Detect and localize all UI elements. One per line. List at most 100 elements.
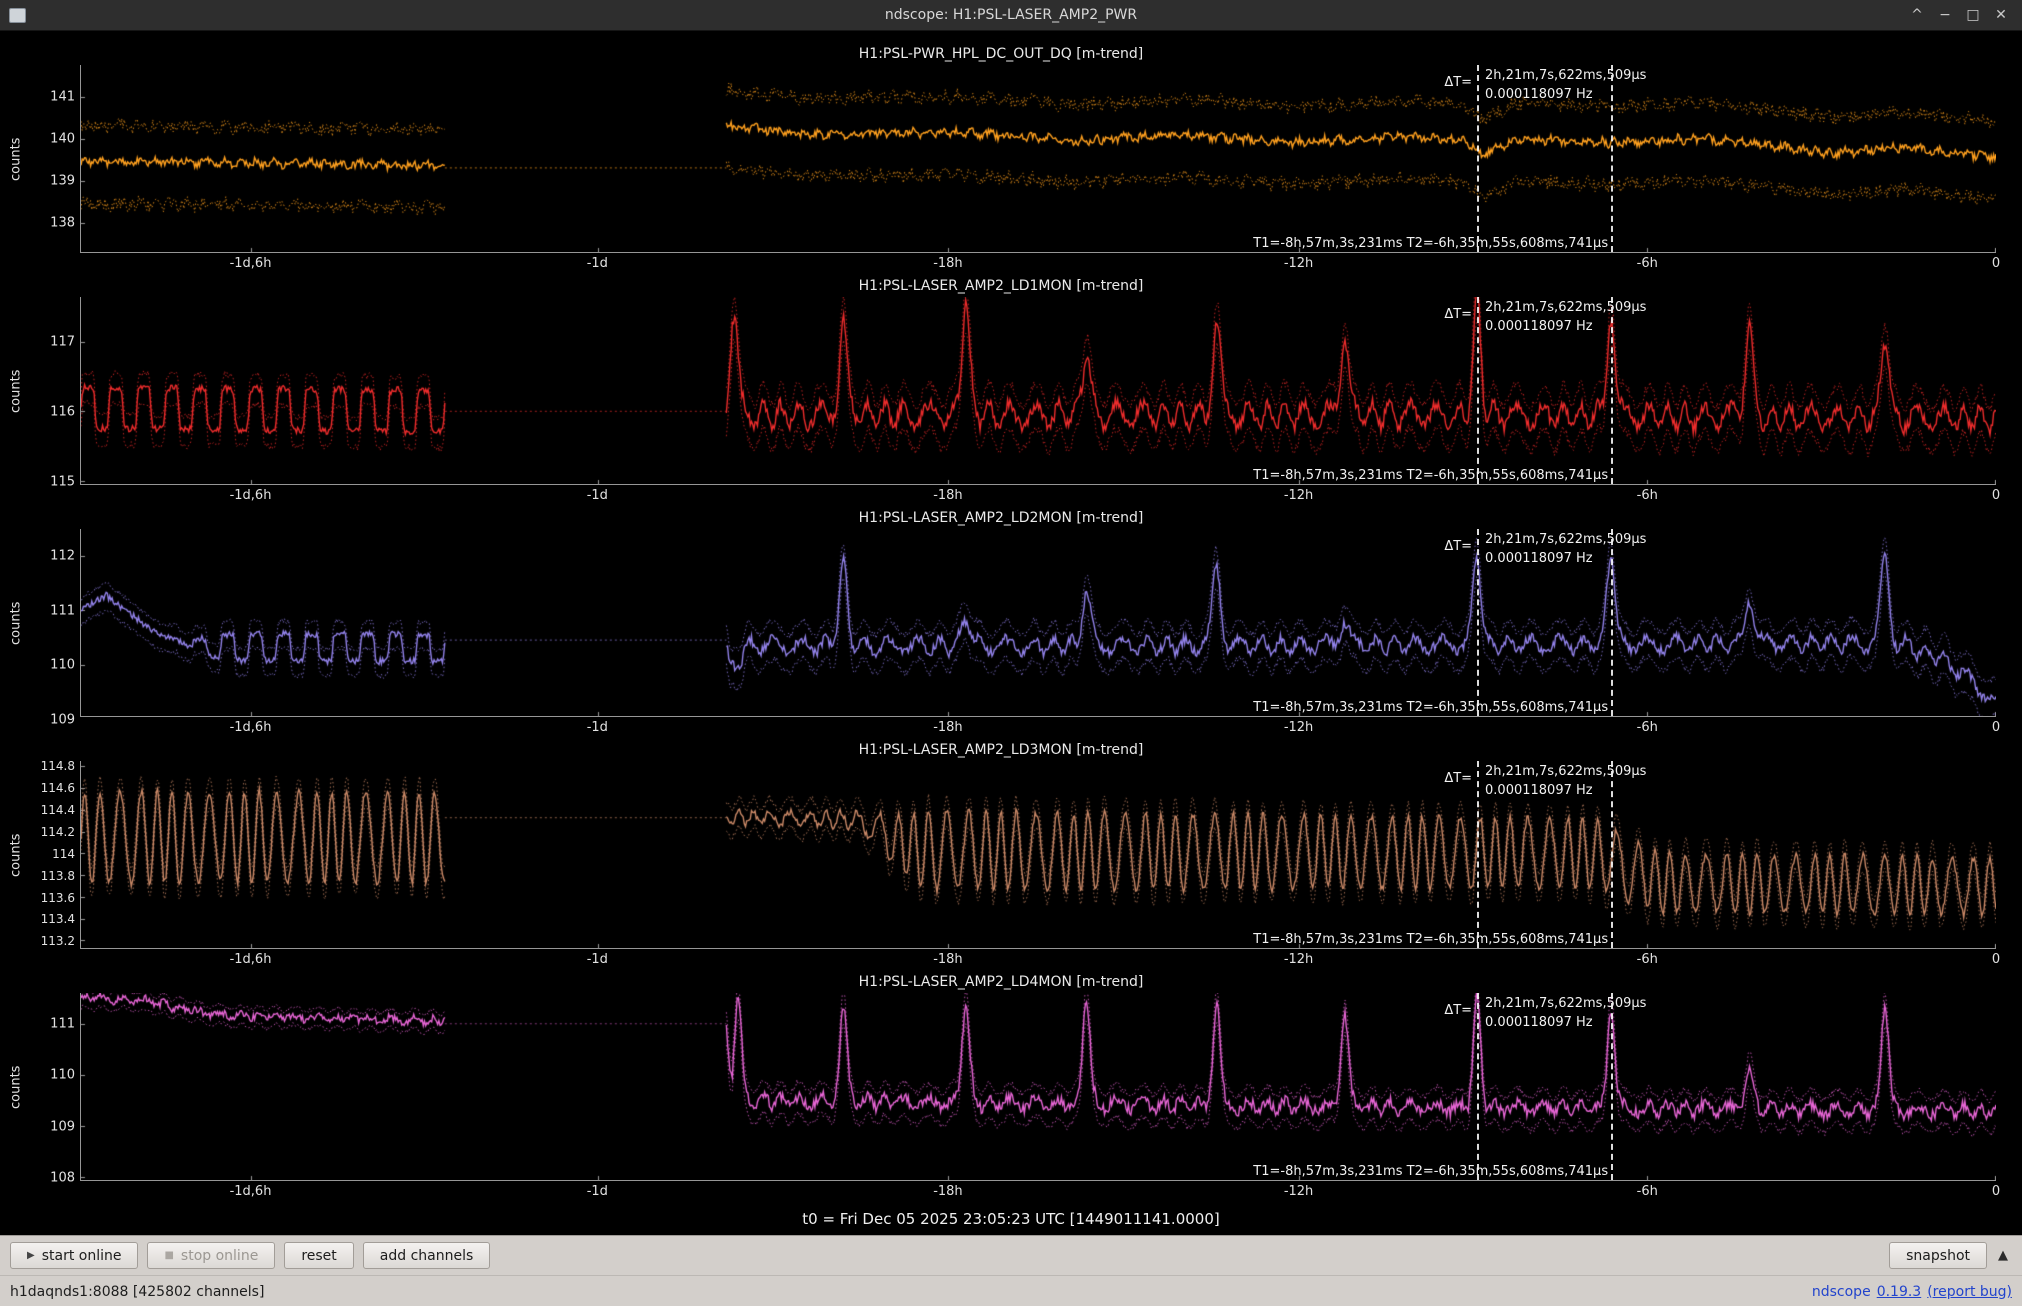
ndscope-link[interactable]: ndscope — [1812, 1284, 1871, 1300]
x-tick-label: -18h — [933, 720, 962, 735]
start-online-button[interactable]: ▶ start online — [10, 1242, 138, 1269]
x-tick-label: -18h — [933, 1184, 962, 1199]
delta-t-label: ΔT= — [1444, 307, 1477, 322]
trace-canvas — [81, 297, 1996, 484]
x-tick-label: -1d,6h — [230, 256, 272, 271]
y-tick-label: 111 — [50, 1016, 75, 1031]
minimize-button[interactable]: − — [1932, 1, 1958, 29]
y-tick-label: 139 — [50, 174, 75, 189]
add-channels-button[interactable]: add channels — [363, 1242, 491, 1269]
cursor-readout: 2h,21m,7s,622ms,509µs 0.000118097 Hz — [1485, 66, 1646, 104]
delta-t-frequency: 0.000118097 Hz — [1485, 85, 1646, 104]
x-axis-ticks: -1d,6h-1d-18h-12h-6h0 — [80, 485, 1996, 507]
snapshot-button[interactable]: snapshot — [1889, 1242, 1987, 1269]
cursor-readout: 2h,21m,7s,622ms,509µs 0.000118097 Hz — [1485, 298, 1646, 336]
t1-cursor[interactable] — [1477, 529, 1479, 716]
y-tick-label: 113.4 — [41, 912, 75, 926]
y-tick-label: 115 — [50, 474, 75, 489]
stop-online-label: stop online — [181, 1248, 258, 1264]
report-bug-link[interactable]: (report bug) — [1927, 1284, 2012, 1300]
statusbar: h1daqnds1:8088 [425802 channels] ndscope… — [0, 1275, 2022, 1306]
y-axis-ticks: 138139140141 — [24, 65, 80, 253]
y-tick-label: 113.8 — [41, 869, 75, 883]
plot-title: H1:PSL-LASER_AMP2_LD3MON [m-trend] — [6, 739, 1996, 761]
y-axis-ticks: 115116117 — [24, 297, 80, 485]
maximize-button[interactable]: □ — [1960, 1, 1986, 29]
x-tick-label: -18h — [933, 488, 962, 503]
x-axis-ticks: -1d,6h-1d-18h-12h-6h0 — [80, 1181, 1996, 1203]
add-channels-label: add channels — [380, 1248, 474, 1264]
x-tick-label: -12h — [1284, 1184, 1313, 1199]
shade-button[interactable]: ^ — [1904, 1, 1930, 29]
x-tick-label: -1d — [587, 256, 608, 271]
plot-area[interactable]: ΔT= 2h,21m,7s,622ms,509µs 0.000118097 Hz… — [80, 297, 1996, 485]
y-tick-label: 113.6 — [41, 891, 75, 905]
plot-panel: H1:PSL-LASER_AMP2_LD3MON [m-trend] count… — [6, 739, 1996, 971]
plot-title: H1:PSL-LASER_AMP2_LD1MON [m-trend] — [6, 275, 1996, 297]
y-axis: counts 109110111112 — [6, 529, 80, 717]
delta-t-label: ΔT= — [1444, 75, 1477, 90]
start-online-label: start online — [42, 1248, 122, 1264]
cursor-readout: 2h,21m,7s,622ms,509µs 0.000118097 Hz — [1485, 530, 1646, 568]
x-tick-label: -1d,6h — [230, 952, 272, 967]
ndscope-window: ndscope: H1:PSL-LASER_AMP2_PWR ^ − □ ✕ H… — [0, 0, 2022, 1306]
x-axis-ticks: -1d,6h-1d-18h-12h-6h0 — [80, 253, 1996, 275]
plot-area[interactable]: ΔT= 2h,21m,7s,622ms,509µs 0.000118097 Hz… — [80, 761, 1996, 949]
plot-area[interactable]: ΔT= 2h,21m,7s,622ms,509µs 0.000118097 Hz… — [80, 529, 1996, 717]
y-tick-label: 113.2 — [41, 934, 75, 948]
reset-label: reset — [301, 1248, 336, 1264]
y-tick-label: 109 — [50, 712, 75, 727]
x-tick-label: -6h — [1637, 952, 1658, 967]
expand-toggle[interactable]: ▲ — [1998, 1248, 2008, 1263]
x-tick-label: -6h — [1637, 256, 1658, 271]
delta-t-frequency: 0.000118097 Hz — [1485, 317, 1646, 336]
version-link[interactable]: 0.19.3 — [1877, 1284, 1922, 1300]
app-icon — [9, 8, 26, 23]
plot-title: H1:PSL-LASER_AMP2_LD4MON [m-trend] — [6, 971, 1996, 993]
x-tick-label: -12h — [1284, 256, 1313, 271]
x-tick-label: -1d — [587, 952, 608, 967]
t1-cursor[interactable] — [1477, 993, 1479, 1180]
x-tick-label: -1d,6h — [230, 488, 272, 503]
x-tick-label: -1d — [587, 488, 608, 503]
cursor-times: T1=-8h,57m,3s,231ms T2=-6h,35m,55s,608ms… — [1253, 932, 1611, 947]
plot-area[interactable]: ΔT= 2h,21m,7s,622ms,509µs 0.000118097 Hz… — [80, 993, 1996, 1181]
x-tick-label: 0 — [1992, 952, 2000, 967]
y-tick-label: 109 — [50, 1119, 75, 1134]
plot-area[interactable]: ΔT= 2h,21m,7s,622ms,509µs 0.000118097 Hz… — [80, 65, 1996, 253]
delta-t-frequency: 0.000118097 Hz — [1485, 1013, 1646, 1032]
delta-t-label: ΔT= — [1444, 1003, 1477, 1018]
delta-t-frequency: 0.000118097 Hz — [1485, 549, 1646, 568]
delta-t-value: 2h,21m,7s,622ms,509µs — [1485, 994, 1646, 1013]
x-tick-label: -12h — [1284, 952, 1313, 967]
titlebar[interactable]: ndscope: H1:PSL-LASER_AMP2_PWR ^ − □ ✕ — [0, 0, 2022, 31]
stop-online-button[interactable]: ■ stop online — [147, 1242, 275, 1269]
trace-canvas — [81, 529, 1996, 716]
delta-t-value: 2h,21m,7s,622ms,509µs — [1485, 762, 1646, 781]
y-tick-label: 140 — [50, 131, 75, 146]
t1-cursor[interactable] — [1477, 297, 1479, 484]
x-tick-label: -1d — [587, 720, 608, 735]
x-tick-label: 0 — [1992, 1184, 2000, 1199]
reset-button[interactable]: reset — [284, 1242, 353, 1269]
y-tick-label: 138 — [50, 216, 75, 231]
y-axis-label: counts — [8, 993, 24, 1181]
y-axis: counts 113.2113.4113.6113.8114114.2114.4… — [6, 761, 80, 949]
delta-t-value: 2h,21m,7s,622ms,509µs — [1485, 66, 1646, 85]
t1-cursor[interactable] — [1477, 761, 1479, 948]
y-tick-label: 114.6 — [41, 781, 75, 795]
t1-cursor[interactable] — [1477, 65, 1479, 252]
trace-canvas — [81, 65, 1996, 252]
delta-t-label: ΔT= — [1444, 539, 1477, 554]
delta-t-value: 2h,21m,7s,622ms,509µs — [1485, 298, 1646, 317]
y-tick-label: 108 — [50, 1171, 75, 1186]
y-axis-label: counts — [8, 297, 24, 485]
snapshot-label: snapshot — [1906, 1248, 1970, 1264]
cursor-times: T1=-8h,57m,3s,231ms T2=-6h,35m,55s,608ms… — [1253, 236, 1611, 251]
play-icon: ▶ — [27, 1251, 35, 1261]
close-button[interactable]: ✕ — [1988, 1, 2014, 29]
x-tick-label: -12h — [1284, 720, 1313, 735]
stop-icon: ■ — [164, 1251, 173, 1261]
y-tick-label: 110 — [50, 658, 75, 673]
x-tick-label: -1d,6h — [230, 1184, 272, 1199]
